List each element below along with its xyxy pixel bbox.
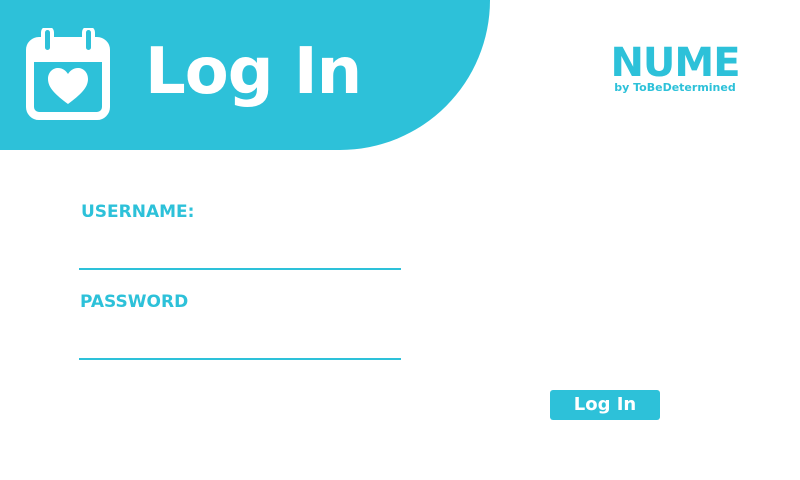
header-banner: Log In [0,0,490,150]
password-input[interactable] [79,330,401,360]
username-input[interactable] [79,240,401,270]
login-page: Log In NUME by ToBeDetermined USERNAME: … [0,0,800,480]
calendar-heart-icon [26,28,110,120]
brand-name: NUME [610,40,740,86]
brand-tagline: by ToBeDetermined [614,81,736,94]
login-button[interactable]: Log In [550,390,660,420]
page-title: Log In [145,35,362,109]
brand-logo: NUME by ToBeDetermined [600,40,750,94]
username-label: USERNAME: [81,202,195,222]
password-label: PASSWORD [80,292,189,312]
